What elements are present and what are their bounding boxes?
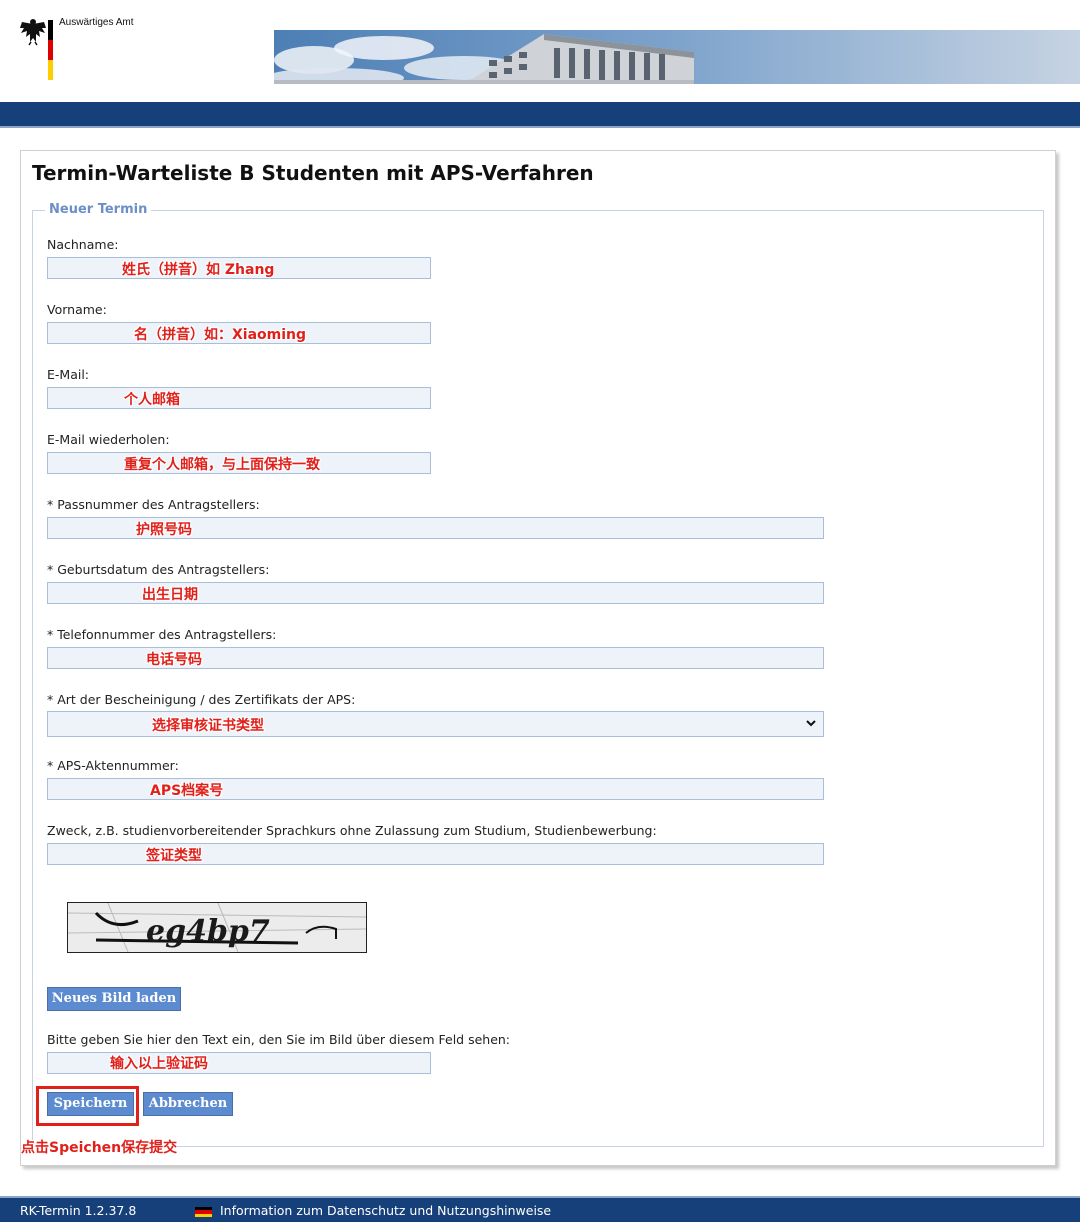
cancel-button[interactable]: Abbrechen bbox=[143, 1092, 233, 1116]
aps-number-annotation: APS档案号 bbox=[150, 783, 224, 799]
page-title: Termin-Warteliste B Studenten mit APS-Ve… bbox=[32, 161, 594, 185]
firstname-input[interactable]: 名（拼音）如：Xiaoming bbox=[47, 322, 431, 344]
email-input[interactable]: 个人邮箱 bbox=[47, 387, 431, 409]
aps-number-label: * APS-Aktennummer: bbox=[47, 758, 179, 773]
passport-label: * Passnummer des Antragstellers: bbox=[47, 497, 260, 512]
lastname-annotation: 姓氏（拼音）如 Zhang bbox=[122, 262, 275, 278]
phone-annotation: 电话号码 bbox=[146, 652, 202, 668]
birthdate-label: * Geburtsdatum des Antragstellers: bbox=[47, 562, 270, 577]
privacy-info-link[interactable]: Information zum Datenschutz und Nutzungs… bbox=[220, 1203, 551, 1218]
header-banner-image bbox=[274, 30, 1080, 84]
captcha-input[interactable]: 输入以上验证码 bbox=[47, 1052, 431, 1074]
email-label: E-Mail: bbox=[47, 367, 90, 382]
captcha-text: eg4bp7 bbox=[146, 914, 270, 949]
captcha-label: Bitte geben Sie hier den Text ein, den S… bbox=[47, 1032, 511, 1047]
email-repeat-annotation: 重复个人邮箱，与上面保持一致 bbox=[124, 457, 320, 473]
phone-label: * Telefonnummer des Antragstellers: bbox=[47, 627, 277, 642]
site-header: Auswärtiges Amt bbox=[0, 0, 1080, 100]
aps-number-input[interactable]: APS档案号 bbox=[47, 778, 824, 800]
firstname-label: Vorname: bbox=[47, 302, 107, 317]
captcha-image: eg4bp7 bbox=[67, 902, 367, 953]
certificate-type-select[interactable]: 选择审核证书类型 bbox=[47, 711, 824, 737]
certificate-type-annotation: 选择审核证书类型 bbox=[152, 718, 264, 734]
org-name: Auswärtiges Amt bbox=[59, 17, 134, 28]
purpose-input[interactable]: 签证类型 bbox=[47, 843, 824, 865]
appointment-panel: Termin-Warteliste B Studenten mit APS-Ve… bbox=[20, 150, 1056, 1166]
firstname-annotation: 名（拼音）如：Xiaoming bbox=[134, 327, 307, 343]
german-flag-icon bbox=[195, 1207, 212, 1217]
flag-bar bbox=[48, 20, 53, 80]
save-annotation: 点击Speichen保存提交 bbox=[21, 1140, 178, 1156]
email-annotation: 个人邮箱 bbox=[124, 392, 180, 408]
chevron-down-icon bbox=[806, 720, 816, 727]
certificate-type-label: * Art der Bescheinigung / des Zertifikat… bbox=[47, 692, 356, 707]
email-repeat-label: E-Mail wiederholen: bbox=[47, 432, 170, 447]
phone-input[interactable]: 电话号码 bbox=[47, 647, 824, 669]
lastname-label: Nachname: bbox=[47, 237, 119, 252]
passport-input[interactable]: 护照号码 bbox=[47, 517, 824, 539]
top-navbar bbox=[0, 102, 1080, 128]
lastname-input[interactable]: 姓氏（拼音）如 Zhang bbox=[47, 257, 431, 279]
new-appointment-fieldset: Neuer Termin bbox=[32, 202, 1044, 1147]
purpose-label: Zweck, z.B. studienvorbereitender Sprach… bbox=[47, 823, 657, 838]
site-footer: RK-Termin 1.2.37.8 Information zum Daten… bbox=[0, 1196, 1080, 1222]
fieldset-legend: Neuer Termin bbox=[45, 202, 152, 217]
reload-captcha-button[interactable]: Neues Bild laden bbox=[47, 987, 181, 1011]
purpose-annotation: 签证类型 bbox=[146, 848, 202, 864]
birthdate-input[interactable]: 出生日期 bbox=[47, 582, 824, 604]
passport-annotation: 护照号码 bbox=[136, 522, 192, 538]
captcha-annotation: 输入以上验证码 bbox=[110, 1056, 208, 1072]
email-repeat-input[interactable]: 重复个人邮箱，与上面保持一致 bbox=[47, 452, 431, 474]
save-button[interactable]: Speichern bbox=[47, 1092, 134, 1116]
birthdate-annotation: 出生日期 bbox=[142, 587, 198, 603]
version-text: RK-Termin 1.2.37.8 bbox=[20, 1203, 137, 1218]
eagle-icon bbox=[20, 19, 46, 46]
